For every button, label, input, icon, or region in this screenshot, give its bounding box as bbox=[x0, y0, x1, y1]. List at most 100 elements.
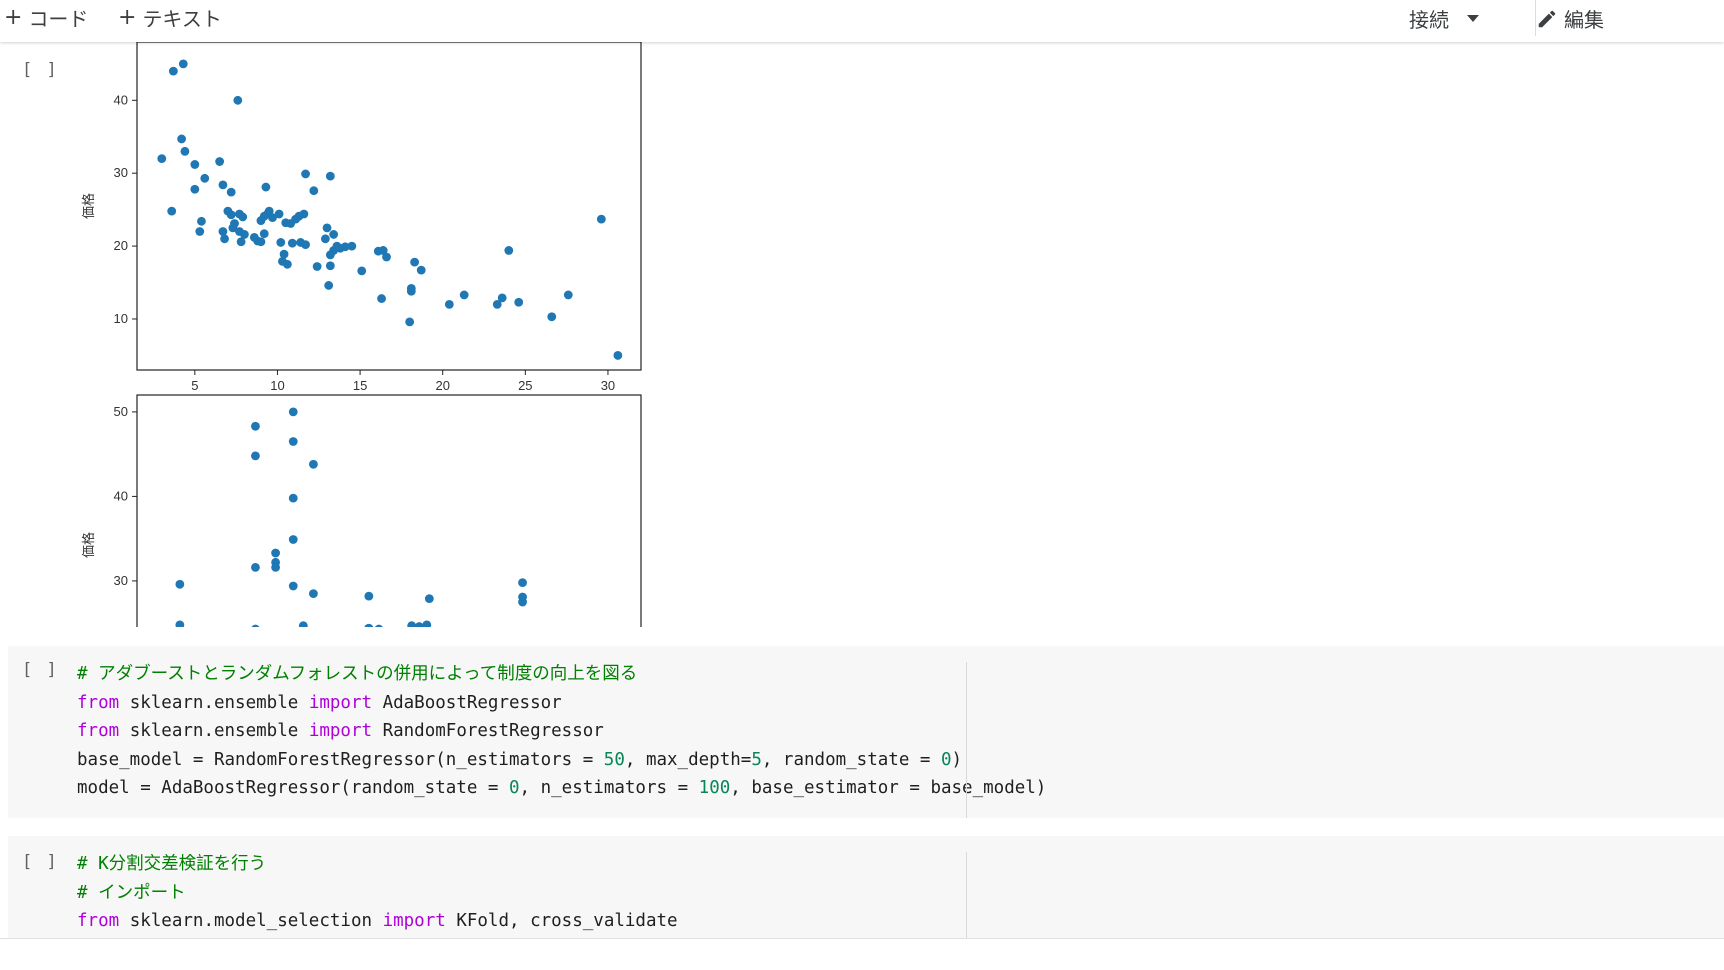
code-number: 0 bbox=[940, 749, 952, 770]
data-point bbox=[364, 591, 374, 601]
edit-button[interactable]: 編集 bbox=[1536, 4, 1604, 33]
x-tick-label: 10 bbox=[270, 378, 284, 393]
data-point bbox=[197, 216, 206, 226]
code-line: model = AdaBoostRegressor(random_state =… bbox=[77, 774, 1046, 803]
y-axis-label: 価格 bbox=[81, 532, 97, 558]
y-tick-label: 50 bbox=[114, 404, 128, 419]
code-token: , base_estimator = base_model) bbox=[730, 778, 1047, 799]
code-editor[interactable]: # K分割交差検証を行う # インポート from sklearn.model_se… bbox=[77, 850, 678, 936]
data-point bbox=[233, 95, 243, 105]
data-point bbox=[357, 266, 367, 276]
data-point bbox=[251, 421, 260, 431]
x-tick-label: 5 bbox=[191, 378, 198, 393]
data-point bbox=[324, 281, 334, 290]
x-tick-label: 30 bbox=[601, 378, 615, 393]
ruler-line bbox=[966, 852, 967, 938]
x-tick-label: 15 bbox=[353, 378, 367, 393]
plot-frame bbox=[136, 394, 642, 627]
data-point bbox=[287, 238, 297, 248]
code-comment: # K分割交差検証を行う bbox=[77, 854, 267, 874]
code-line: # インポート bbox=[77, 879, 678, 908]
code-token: sklearn.ensemble bbox=[119, 721, 309, 742]
code-keyword: import bbox=[308, 721, 373, 742]
data-point bbox=[613, 351, 623, 360]
code-token: AdaBoostRegressor bbox=[372, 692, 562, 713]
data-point bbox=[175, 579, 185, 589]
data-point bbox=[596, 214, 606, 224]
data-point bbox=[312, 262, 322, 271]
code-token: KFold, cross_validate bbox=[445, 911, 678, 932]
y-tick-label: 30 bbox=[114, 573, 128, 588]
x-tick-label: 25 bbox=[518, 378, 532, 393]
scatter-plots: 1020304051015202530低所得価格20304050価格 bbox=[81, 42, 642, 627]
data-point bbox=[276, 238, 286, 247]
code-keyword: import bbox=[382, 911, 446, 932]
code-line: from sklearn.ensemble import AdaBoostReg… bbox=[77, 689, 1046, 718]
data-point bbox=[497, 293, 507, 303]
add-text-button[interactable]: + テキスト bbox=[118, 4, 222, 31]
output-cell-run-button[interactable]: [ ] bbox=[22, 60, 59, 80]
add-code-label: コード bbox=[28, 6, 89, 31]
data-point bbox=[518, 578, 527, 588]
data-point bbox=[504, 246, 514, 255]
data-point bbox=[264, 206, 274, 216]
code-line: # K分割交差検証を行う bbox=[77, 850, 678, 879]
code-line: from sklearn.ensemble import RandomFores… bbox=[77, 717, 1046, 746]
data-point bbox=[259, 229, 269, 239]
chevron-down-icon[interactable] bbox=[1467, 15, 1479, 22]
y-tick-label: 40 bbox=[114, 488, 128, 503]
data-point bbox=[325, 250, 335, 260]
code-line: # アダブーストとランダムフォレストの併用によって制度の向上を図る bbox=[77, 660, 1046, 689]
x-tick-label: 20 bbox=[435, 378, 449, 393]
code-token: model = AdaBoostRegressor(random_state = bbox=[77, 778, 509, 799]
data-point bbox=[282, 259, 292, 269]
data-point bbox=[309, 589, 318, 598]
data-point bbox=[168, 66, 178, 76]
data-point bbox=[178, 59, 188, 69]
output-area: 1020304051015202530低所得価格20304050価格 bbox=[66, 42, 666, 627]
data-point bbox=[288, 535, 298, 544]
y-tick-label: 20 bbox=[114, 238, 128, 253]
data-point bbox=[309, 186, 319, 196]
data-point bbox=[261, 182, 271, 192]
data-point bbox=[563, 290, 573, 300]
code-number: 50 bbox=[603, 749, 625, 770]
code-editor[interactable]: # アダブーストとランダムフォレストの併用によって制度の向上を図る from sk… bbox=[77, 660, 1046, 803]
data-point bbox=[271, 548, 280, 558]
code-keyword: from bbox=[77, 721, 120, 742]
data-point bbox=[251, 451, 260, 461]
plus-icon: + bbox=[118, 4, 137, 30]
data-point bbox=[301, 240, 310, 250]
code-number: 5 bbox=[751, 749, 762, 770]
y-tick-label: 10 bbox=[114, 311, 128, 326]
data-point bbox=[416, 265, 426, 275]
data-point bbox=[405, 317, 415, 327]
data-point bbox=[322, 223, 332, 233]
code-keyword: from bbox=[77, 692, 120, 713]
data-point bbox=[251, 562, 260, 572]
code-cell-2[interactable]: [ ] # K分割交差検証を行う # インポート from sklearn.mode… bbox=[8, 836, 1724, 938]
code-token: ) bbox=[951, 749, 963, 770]
data-point bbox=[226, 187, 236, 197]
data-point bbox=[226, 210, 236, 220]
data-point bbox=[424, 594, 434, 604]
code-line: from sklearn.model_selection import KFol… bbox=[77, 907, 678, 936]
data-point bbox=[547, 312, 557, 322]
code-keyword: from bbox=[77, 911, 120, 932]
code-cell-1[interactable]: [ ] # アダブーストとランダムフォレストの併用によって制度の向上を図る fro… bbox=[8, 646, 1724, 818]
code-line: base_model = RandomForestRegressor(n_est… bbox=[77, 746, 1046, 775]
data-point bbox=[215, 157, 225, 166]
data-point bbox=[377, 294, 386, 303]
run-cell-button[interactable]: [ ] bbox=[22, 852, 59, 872]
code-comment: # アダブーストとランダムフォレストの併用によって制度の向上を図る bbox=[77, 664, 638, 684]
data-point bbox=[406, 283, 416, 293]
data-point bbox=[288, 493, 298, 503]
connect-button[interactable]: 接続 bbox=[1409, 4, 1479, 33]
connect-label: 接続 bbox=[1409, 8, 1449, 32]
ruler-line bbox=[966, 662, 967, 818]
code-comment: # インポート bbox=[77, 882, 186, 903]
add-code-button[interactable]: + コード bbox=[4, 4, 89, 31]
run-cell-button[interactable]: [ ] bbox=[22, 660, 59, 680]
y-tick-label: 30 bbox=[114, 165, 128, 180]
data-point bbox=[325, 171, 335, 181]
